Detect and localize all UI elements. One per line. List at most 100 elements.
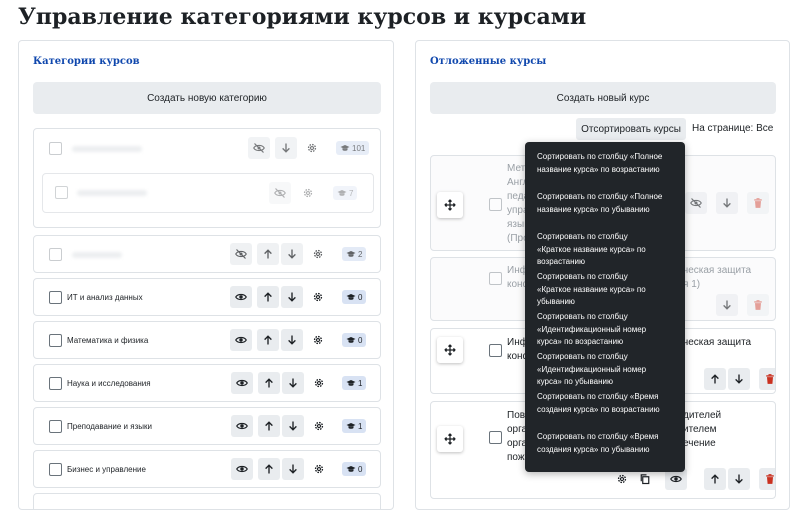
category-name[interactable]: Бизнес и управление bbox=[67, 465, 146, 474]
move-down-button[interactable] bbox=[716, 192, 738, 214]
eye-icon bbox=[236, 463, 248, 475]
sort-courses-button[interactable]: Отсортировать курсы bbox=[576, 118, 686, 140]
drag-handle[interactable] bbox=[437, 337, 463, 363]
move-up-button[interactable] bbox=[704, 368, 726, 390]
settings-button[interactable] bbox=[312, 376, 326, 390]
category-name[interactable]: Преподавание и языки bbox=[67, 422, 152, 431]
delete-button[interactable] bbox=[747, 294, 769, 316]
course-checkbox[interactable] bbox=[489, 344, 502, 357]
course-name[interactable]: Мет Англ педа упра язык (Про bbox=[507, 162, 527, 246]
arrow-up-icon bbox=[263, 377, 275, 389]
gear-icon bbox=[313, 420, 325, 432]
sort-option-fullname-asc[interactable]: Сортировать по столбцу «Полное название … bbox=[525, 148, 685, 188]
move-down-button[interactable] bbox=[275, 137, 297, 159]
visibility-toggle-button[interactable] bbox=[269, 182, 291, 204]
visibility-toggle-button[interactable] bbox=[230, 329, 252, 351]
visibility-toggle-button[interactable] bbox=[685, 192, 707, 214]
move-down-button[interactable] bbox=[728, 468, 750, 490]
settings-button[interactable] bbox=[615, 472, 629, 486]
move-down-button[interactable] bbox=[282, 415, 304, 437]
eye-icon bbox=[236, 420, 248, 432]
course-count-badge: 7 bbox=[333, 186, 358, 200]
move-up-button[interactable] bbox=[258, 372, 280, 394]
move-down-button[interactable] bbox=[281, 243, 303, 265]
delete-button[interactable] bbox=[759, 368, 775, 390]
move-up-button[interactable] bbox=[257, 329, 279, 351]
category-checkbox[interactable] bbox=[49, 291, 62, 304]
move-up-button[interactable] bbox=[257, 243, 279, 265]
settings-button[interactable] bbox=[301, 186, 315, 200]
subcategory-name-hidden bbox=[77, 190, 147, 196]
category-checkbox[interactable] bbox=[49, 334, 62, 347]
move-down-button[interactable] bbox=[282, 458, 304, 480]
graduation-cap-icon bbox=[340, 144, 350, 152]
category-checkbox[interactable] bbox=[49, 420, 62, 433]
settings-button[interactable] bbox=[311, 247, 325, 261]
subcategory-checkbox[interactable] bbox=[55, 186, 68, 199]
settings-button[interactable] bbox=[312, 462, 326, 476]
sort-option-idnumber-desc[interactable]: Сортировать по столбцу «Идентификационны… bbox=[525, 348, 685, 388]
move-down-button[interactable] bbox=[281, 329, 303, 351]
drag-handle[interactable] bbox=[437, 426, 463, 452]
page-title: Управление категориями курсов и курсами bbox=[18, 4, 587, 30]
category-name[interactable]: ИТ и анализ данных bbox=[67, 293, 143, 302]
visibility-toggle-button[interactable] bbox=[248, 137, 270, 159]
settings-button[interactable] bbox=[312, 419, 326, 433]
category-checkbox[interactable] bbox=[49, 377, 62, 390]
move-up-button[interactable] bbox=[258, 458, 280, 480]
course-count-badge: 0 bbox=[342, 462, 367, 476]
sort-option-idnumber-asc[interactable]: Сортировать по столбцу «Идентификационны… bbox=[525, 308, 685, 348]
move-down-button[interactable] bbox=[728, 368, 750, 390]
visibility-toggle-button[interactable] bbox=[230, 243, 252, 265]
delete-button[interactable] bbox=[747, 192, 769, 214]
visibility-toggle-button[interactable] bbox=[231, 415, 253, 437]
create-course-button[interactable]: Создать новый курс bbox=[430, 82, 776, 114]
sort-option-timecreated-asc[interactable]: Сортировать по столбцу «Время создания к… bbox=[525, 388, 685, 428]
category-name[interactable]: Математика и физика bbox=[67, 336, 148, 345]
course-checkbox[interactable] bbox=[489, 431, 502, 444]
course-name[interactable]: Инф конф bbox=[507, 336, 527, 364]
trash-icon bbox=[764, 473, 776, 485]
sort-option-shortname-desc[interactable]: Сортировать по столбцу «Краткое название… bbox=[525, 268, 685, 308]
move-down-button[interactable] bbox=[281, 286, 303, 308]
trash-icon bbox=[752, 299, 764, 311]
copy-button[interactable] bbox=[638, 472, 652, 486]
move-up-button[interactable] bbox=[704, 468, 726, 490]
course-name[interactable]: Пові орга орга пожа bbox=[507, 409, 527, 465]
move-up-button[interactable] bbox=[257, 286, 279, 308]
course-name[interactable]: Инф конф bbox=[507, 264, 527, 292]
visibility-toggle-button[interactable] bbox=[231, 458, 253, 480]
arrow-down-icon bbox=[287, 420, 299, 432]
course-checkbox[interactable] bbox=[489, 272, 502, 285]
category-checkbox[interactable] bbox=[49, 142, 62, 155]
course-checkbox[interactable] bbox=[489, 198, 502, 211]
per-page-selector[interactable]: На странице: Все bbox=[692, 123, 773, 134]
create-category-button[interactable]: Создать новую категорию bbox=[33, 82, 381, 114]
course-count-badge: 0 bbox=[342, 333, 367, 347]
sort-option-timecreated-desc[interactable]: Сортировать по столбцу «Время создания к… bbox=[525, 428, 685, 468]
sort-option-fullname-desc[interactable]: Сортировать по столбцу «Полное название … bbox=[525, 188, 685, 228]
move-up-button[interactable] bbox=[258, 415, 280, 437]
move-down-button[interactable] bbox=[282, 372, 304, 394]
category-checkbox[interactable] bbox=[49, 248, 62, 261]
courses-heading: Отложенные курсы bbox=[430, 56, 547, 67]
category-checkbox[interactable] bbox=[49, 463, 62, 476]
settings-button[interactable] bbox=[311, 290, 325, 304]
category-name[interactable]: Наука и исследования bbox=[67, 379, 151, 388]
delete-button[interactable] bbox=[759, 468, 776, 490]
category-row: ИТ и анализ данных 0 bbox=[33, 278, 381, 316]
arrow-down-icon bbox=[733, 373, 745, 385]
arrow-up-icon bbox=[262, 334, 274, 346]
category-name-hidden bbox=[72, 252, 122, 258]
visibility-toggle-button[interactable] bbox=[230, 286, 252, 308]
eye-slash-icon bbox=[690, 197, 702, 209]
drag-handle[interactable] bbox=[437, 192, 463, 218]
settings-button[interactable] bbox=[305, 141, 319, 155]
settings-button[interactable] bbox=[311, 333, 325, 347]
sort-option-shortname-asc[interactable]: Сортировать по столбцу «Краткое название… bbox=[525, 228, 685, 268]
graduation-cap-icon bbox=[346, 250, 356, 258]
categories-panel: Категории курсов Создать новую категорию… bbox=[18, 40, 394, 510]
arrow-down-icon bbox=[286, 291, 298, 303]
visibility-toggle-button[interactable] bbox=[231, 372, 253, 394]
move-down-button[interactable] bbox=[716, 294, 738, 316]
